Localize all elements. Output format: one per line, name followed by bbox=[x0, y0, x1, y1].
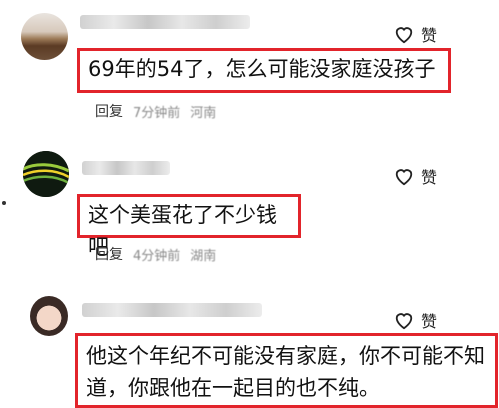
avatar-image bbox=[23, 151, 69, 197]
comment-location: 河南 bbox=[190, 105, 217, 121]
reply-button[interactable]: 回复 bbox=[95, 101, 123, 121]
like-button[interactable]: 赞 bbox=[393, 22, 437, 46]
username-blurred[interactable] bbox=[82, 161, 170, 175]
avatar[interactable] bbox=[23, 151, 69, 197]
comment-text: 69年的54了，怎么可能没家庭没孩子 bbox=[77, 48, 451, 93]
like-label: 赞 bbox=[421, 26, 438, 45]
comment-time: 7分钟前 bbox=[133, 105, 181, 121]
comment-meta: 回复 4分钟前 湖南 bbox=[95, 244, 216, 264]
username-blurred[interactable] bbox=[80, 15, 250, 29]
heart-icon bbox=[395, 27, 413, 44]
comment-location: 湖南 bbox=[190, 248, 217, 264]
comment-text: 他这个年纪不可能没有家庭，你不可能不知道，你跟他在一起目的也不纯。 bbox=[75, 333, 498, 408]
username-blurred[interactable] bbox=[82, 303, 262, 317]
like-button[interactable]: 赞 bbox=[393, 164, 437, 188]
avatar[interactable] bbox=[30, 296, 68, 336]
avatar[interactable] bbox=[21, 13, 68, 60]
heart-icon bbox=[395, 313, 413, 330]
like-label: 赞 bbox=[421, 312, 438, 331]
comment-time: 4分钟前 bbox=[133, 248, 181, 264]
heart-icon bbox=[395, 169, 413, 186]
like-label: 赞 bbox=[421, 168, 438, 187]
comment-meta: 回复 7分钟前 河南 bbox=[95, 101, 216, 121]
like-button[interactable]: 赞 bbox=[393, 308, 437, 332]
stray-dot bbox=[2, 201, 6, 205]
reply-button[interactable]: 回复 bbox=[95, 244, 123, 264]
comment-text: 这个美蛋花了不少钱吧 bbox=[77, 194, 301, 259]
